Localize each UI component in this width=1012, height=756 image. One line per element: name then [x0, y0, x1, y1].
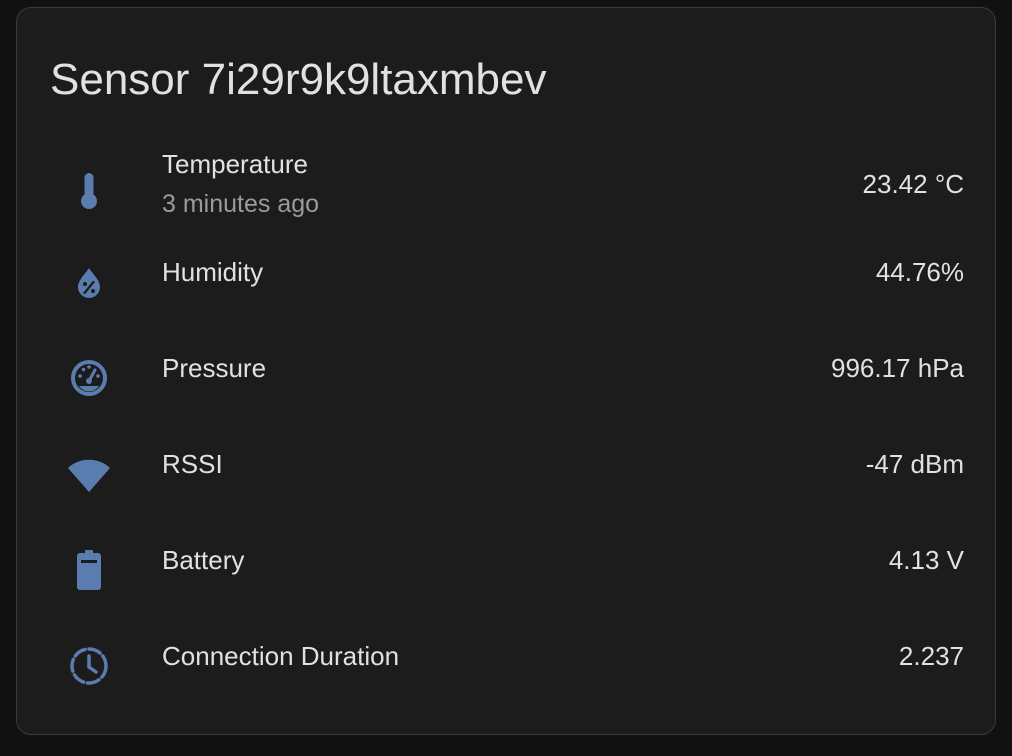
entity-name: Connection Duration: [162, 641, 400, 671]
entity-row-connection-duration[interactable]: Connection Duration 2.237: [17, 624, 995, 704]
entity-row-battery[interactable]: Battery 4.13 V: [17, 528, 995, 608]
entity-value: 2.237: [898, 641, 964, 671]
thermometer-icon: [67, 169, 111, 213]
wifi-icon: [67, 452, 111, 496]
entity-name: RSSI: [162, 449, 223, 479]
entity-value: -47 dBm: [865, 449, 964, 479]
entity-row-rssi[interactable]: RSSI -47 dBm: [17, 432, 995, 512]
entity-value: 44.76%: [875, 257, 964, 287]
entity-value: 996.17 hPa: [830, 353, 964, 383]
entity-name: Temperature: [162, 149, 308, 179]
entity-name: Humidity: [162, 257, 264, 287]
entity-name: Pressure: [162, 353, 267, 383]
entity-value: 4.13 V: [888, 545, 964, 575]
water-percent-icon: [67, 260, 111, 304]
entity-name: Battery: [162, 545, 245, 575]
entity-last-changed: 3 minutes ago: [162, 190, 320, 218]
entity-row-pressure[interactable]: Pressure 996.17 hPa: [17, 336, 995, 416]
battery-icon: [67, 548, 111, 592]
card-title: Sensor 7i29r9k9ltaxmbev: [50, 55, 547, 104]
sensor-card: Sensor 7i29r9k9ltaxmbev Temperature 3 mi…: [16, 7, 996, 735]
entity-value: 23.42 °C: [862, 169, 964, 199]
timer-outline-icon: [67, 644, 111, 688]
entity-row-temperature[interactable]: Temperature 3 minutes ago 23.42 °C: [17, 149, 995, 229]
entity-row-humidity[interactable]: Humidity 44.76%: [17, 240, 995, 320]
gauge-icon: [67, 356, 111, 400]
